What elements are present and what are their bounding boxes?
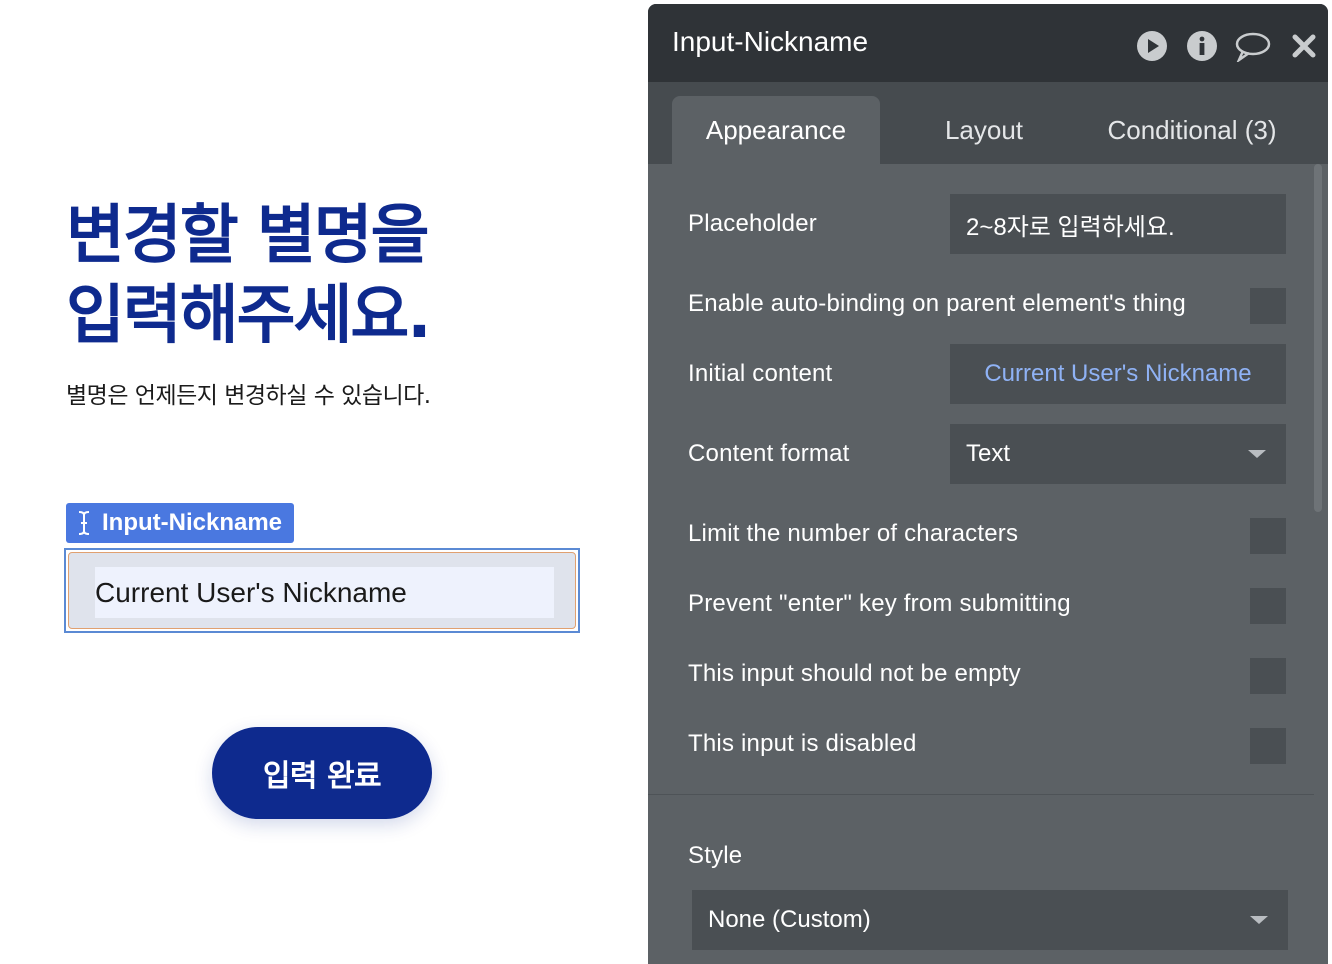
disabled-label: This input is disabled xyxy=(688,730,917,757)
initial-content-label: Initial content xyxy=(688,360,833,387)
autobinding-label: Enable auto-binding on parent element's … xyxy=(688,290,1186,317)
disabled-checkbox[interactable] xyxy=(1250,728,1286,764)
chevron-down-icon xyxy=(1248,450,1266,458)
limit-chars-checkbox[interactable] xyxy=(1250,518,1286,554)
not-empty-checkbox[interactable] xyxy=(1250,658,1286,694)
prevent-enter-label: Prevent "enter" key from submitting xyxy=(688,590,1071,617)
tab-conditional[interactable]: Conditional (3) xyxy=(1084,96,1300,164)
property-editor-panel: Input-Nickname Appearance Layout Conditi… xyxy=(648,4,1328,964)
editor-canvas: 변경할 별명을 입력해주세요. 별명은 언제든지 변경하실 수 있습니다. In… xyxy=(0,0,648,964)
style-value: None (Custom) xyxy=(708,906,871,933)
element-tag-label: Input-Nickname xyxy=(102,509,283,536)
comment-icon[interactable] xyxy=(1234,30,1272,62)
info-icon[interactable] xyxy=(1186,30,1218,62)
not-empty-label: This input should not be empty xyxy=(688,660,1021,687)
section-divider xyxy=(648,794,1314,795)
page-subtext: 별명은 언제든지 변경하실 수 있습니다. xyxy=(66,383,431,409)
panel-scrollbar[interactable] xyxy=(1314,164,1322,512)
selected-element-tag[interactable]: Input-Nickname xyxy=(66,503,295,543)
tab-appearance[interactable]: Appearance xyxy=(672,96,880,164)
submit-button[interactable]: 입력 완료 xyxy=(212,727,432,819)
tab-layout[interactable]: Layout xyxy=(920,96,1048,164)
nickname-input-container xyxy=(68,552,576,629)
heading-line-1: 변경할 별명을 xyxy=(66,199,430,273)
content-format-label: Content format xyxy=(688,440,850,467)
style-label: Style xyxy=(688,842,743,869)
autobinding-checkbox[interactable] xyxy=(1250,288,1286,324)
placeholder-field[interactable]: 2~8자로 입력하세요. xyxy=(950,194,1286,254)
close-icon[interactable] xyxy=(1288,30,1320,62)
prevent-enter-checkbox[interactable] xyxy=(1250,588,1286,624)
initial-content-field[interactable]: Current User's Nickname xyxy=(950,344,1286,404)
nickname-input[interactable] xyxy=(95,567,554,618)
content-format-dropdown[interactable]: Text xyxy=(950,424,1286,484)
panel-tabs: Appearance Layout Conditional (3) xyxy=(648,82,1328,164)
panel-title: Input-Nickname xyxy=(672,26,869,57)
content-format-value: Text xyxy=(966,440,1011,467)
panel-header: Input-Nickname xyxy=(648,4,1328,82)
heading-line-2: 입력해주세요. xyxy=(66,279,432,353)
page-heading: 변경할 별명을 입력해주세요. xyxy=(66,196,586,356)
style-dropdown[interactable]: None (Custom) xyxy=(692,890,1288,950)
placeholder-label: Placeholder xyxy=(688,210,817,237)
text-cursor-icon xyxy=(78,511,90,535)
limit-chars-label: Limit the number of characters xyxy=(688,520,1019,547)
play-icon[interactable] xyxy=(1136,30,1168,62)
nickname-input-frame[interactable] xyxy=(64,548,580,633)
chevron-down-icon xyxy=(1250,916,1268,924)
